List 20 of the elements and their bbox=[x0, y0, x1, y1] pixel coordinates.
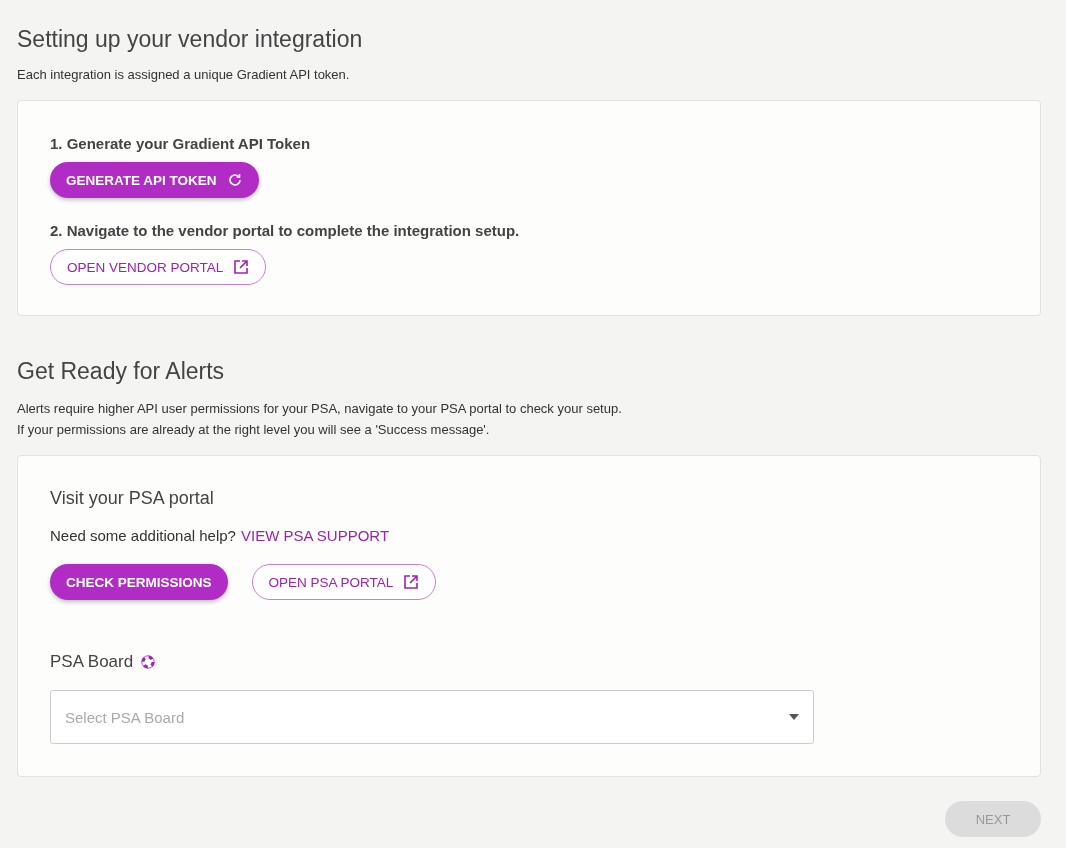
section-description: If your permissions are already at the right level you will see a 'Success message'. bbox=[17, 422, 491, 437]
refresh-icon bbox=[226, 172, 243, 188]
field-label: PSA Board bbox=[50, 652, 134, 672]
section-description: Each integration is assigned a unique Gradient API token. bbox=[17, 67, 351, 82]
help-text: Need some additional help? bbox=[50, 527, 236, 544]
lifebuoy-icon bbox=[141, 655, 156, 669]
step-label: 1. Generate your Gradient API Token bbox=[50, 135, 312, 152]
action-button[interactable]: CHECK PERMISSIONS bbox=[50, 564, 228, 600]
action-button[interactable]: OPEN PSA PORTAL bbox=[251, 564, 437, 600]
caret-icon bbox=[789, 714, 799, 720]
card-title: Visit your PSA portal bbox=[50, 488, 215, 509]
section-description: Alerts require higher API user permissions for your PSA, navigate to your PSA portal to check your setup. bbox=[17, 401, 623, 416]
step-label: 2. Navigate to the vendor portal to complete the integration setup. bbox=[50, 222, 521, 239]
support-link[interactable]: VIEW PSA SUPPORT bbox=[240, 527, 390, 544]
external-link-icon bbox=[403, 574, 420, 590]
section-title: Get Ready for Alerts bbox=[17, 358, 226, 385]
section-title: Setting up your vendor integration bbox=[17, 26, 364, 53]
external-link-icon bbox=[233, 259, 250, 275]
step-button[interactable]: GENERATE API TOKEN bbox=[50, 162, 259, 198]
step-button[interactable]: OPEN VENDOR PORTAL bbox=[50, 249, 267, 285]
